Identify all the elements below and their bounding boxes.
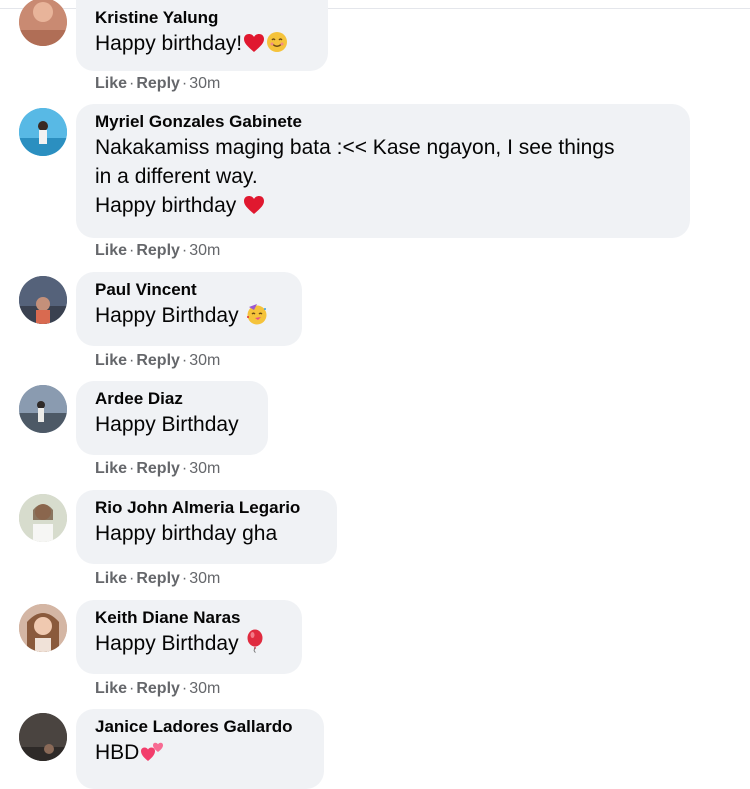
reply-button[interactable]: Reply [136, 570, 180, 587]
comment-text: Happy Birthday [95, 629, 284, 661]
avatar[interactable] [19, 0, 67, 46]
comment-actions: Like · Reply · 30m [95, 460, 221, 477]
partying-face-icon [245, 303, 269, 333]
timestamp[interactable]: 30m [189, 75, 220, 92]
comment-author[interactable]: Myriel Gonzales Gabinete [95, 111, 672, 133]
timestamp[interactable]: 30m [189, 570, 220, 587]
avatar[interactable] [19, 494, 67, 542]
comment-text: Nakakamiss maging bata :<< Kase ngayon, … [95, 133, 672, 223]
comment-bubble: Ardee Diaz Happy Birthday [76, 381, 268, 455]
reply-button[interactable]: Reply [136, 75, 180, 92]
comment-actions: Like · Reply · 30m [95, 680, 221, 697]
like-button[interactable]: Like [95, 680, 127, 697]
comment-text: Happy birthday! [95, 29, 310, 61]
comment-text: HBD [95, 738, 306, 770]
comment-text: Happy Birthday [95, 413, 239, 436]
like-button[interactable]: Like [95, 242, 127, 259]
comment-author[interactable]: Paul Vincent [95, 279, 284, 301]
comment-bubble: Rio John Almeria Legario Happy birthday … [76, 490, 337, 564]
comment-author[interactable]: Janice Ladores Gallardo [95, 716, 306, 738]
reply-button[interactable]: Reply [136, 242, 180, 259]
avatar[interactable] [19, 385, 67, 433]
timestamp[interactable]: 30m [189, 680, 220, 697]
comment-author[interactable]: Keith Diane Naras [95, 607, 284, 629]
balloon-icon [245, 629, 265, 661]
comment-author[interactable]: Rio John Almeria Legario [95, 497, 319, 519]
avatar[interactable] [19, 276, 67, 324]
comment-actions: Like · Reply · 30m [95, 75, 221, 92]
timestamp[interactable]: 30m [189, 242, 220, 259]
like-button[interactable]: Like [95, 460, 127, 477]
comment-bubble: Janice Ladores Gallardo HBD [76, 709, 324, 789]
red-heart-icon [243, 32, 265, 61]
comment-bubble: Kristine Yalung Happy birthday! [76, 0, 328, 71]
comment-actions: Like · Reply · 30m [95, 570, 221, 587]
comment-text: Happy birthday gha [95, 522, 278, 545]
comment-text: Happy Birthday [95, 301, 284, 333]
avatar[interactable] [19, 108, 67, 156]
red-heart-icon [243, 194, 265, 223]
comment-bubble: Keith Diane Naras Happy Birthday [76, 600, 302, 674]
reply-button[interactable]: Reply [136, 680, 180, 697]
reply-button[interactable]: Reply [136, 352, 180, 369]
two-hearts-icon [140, 740, 166, 770]
reply-button[interactable]: Reply [136, 460, 180, 477]
comment-actions: Like · Reply · 30m [95, 352, 221, 369]
timestamp[interactable]: 30m [189, 460, 220, 477]
comment-author[interactable]: Kristine Yalung [95, 7, 310, 29]
avatar[interactable] [19, 713, 67, 761]
comment-author[interactable]: Ardee Diaz [95, 388, 250, 410]
like-button[interactable]: Like [95, 352, 127, 369]
comment-bubble: Paul Vincent Happy Birthday [76, 272, 302, 346]
like-button[interactable]: Like [95, 75, 127, 92]
comment-bubble: Myriel Gonzales Gabinete Nakakamiss magi… [76, 104, 690, 238]
comment-actions: Like · Reply · 30m [95, 242, 221, 259]
avatar[interactable] [19, 604, 67, 652]
like-button[interactable]: Like [95, 570, 127, 587]
timestamp[interactable]: 30m [189, 352, 220, 369]
smiling-face-icon [266, 31, 288, 61]
